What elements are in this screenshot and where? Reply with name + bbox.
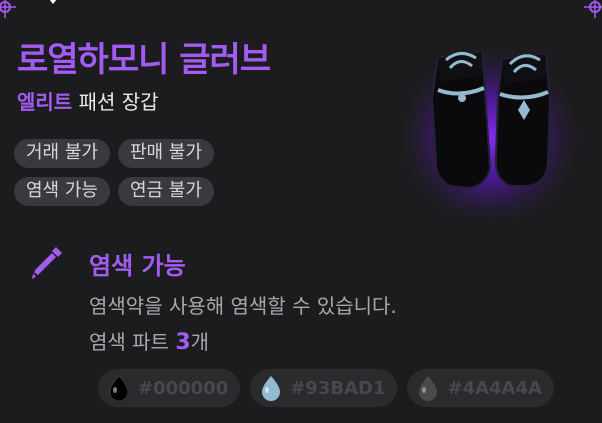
color-drop-icon: [109, 375, 129, 402]
color-drop-icon: [419, 376, 438, 401]
color-chip[interactable]: #000000: [98, 369, 241, 407]
dye-dropper-icon: [32, 247, 62, 279]
corner-ornament-icon: [584, 0, 602, 18]
item-name: 로열하모니 글러브: [17, 40, 271, 80]
tag-badge: 판매 불가: [117, 139, 214, 168]
dye-parts-prefix: 염색 파트: [89, 330, 176, 354]
color-chip[interactable]: #4A4A4A: [407, 369, 554, 407]
gloves-item-image: [395, 33, 585, 218]
color-drop-icon: [262, 376, 281, 401]
dye-description: 염색약을 사용해 염색할 수 있습니다.: [89, 294, 397, 318]
item-subtitle: 엘리트 패션 장갑: [17, 86, 159, 115]
pointer-arrow-icon: [49, 0, 57, 4]
item-category: 패션 장갑: [78, 90, 159, 114]
dye-title: 염색 가능: [89, 252, 186, 280]
color-chip[interactable]: #93BAD1: [250, 369, 398, 407]
corner-ornament-icon: [0, 0, 16, 18]
color-code: #93BAD1: [290, 377, 386, 399]
color-code: #4A4A4A: [447, 377, 542, 399]
color-code: #000000: [138, 377, 229, 399]
tag-badge: 거래 불가: [14, 139, 110, 168]
item-grade: 엘리트: [17, 90, 73, 114]
dye-parts-count: 3: [175, 330, 191, 355]
item-tags: 거래 불가 판매 불가 염색 가능 연금 불가: [14, 139, 274, 215]
dye-parts: 염색 파트 3개: [89, 326, 209, 355]
tag-badge: 연금 불가: [117, 177, 214, 206]
item-tooltip-panel: 로열하모니 글러브 엘리트 패션 장갑 거래 불가 판매 불가 염색 가능 연금…: [0, 0, 602, 423]
tag-badge: 염색 가능: [14, 177, 110, 206]
dye-color-list: #000000 #93BAD1 #4A4A4A: [98, 369, 554, 407]
dye-parts-suffix: 개: [190, 330, 210, 354]
